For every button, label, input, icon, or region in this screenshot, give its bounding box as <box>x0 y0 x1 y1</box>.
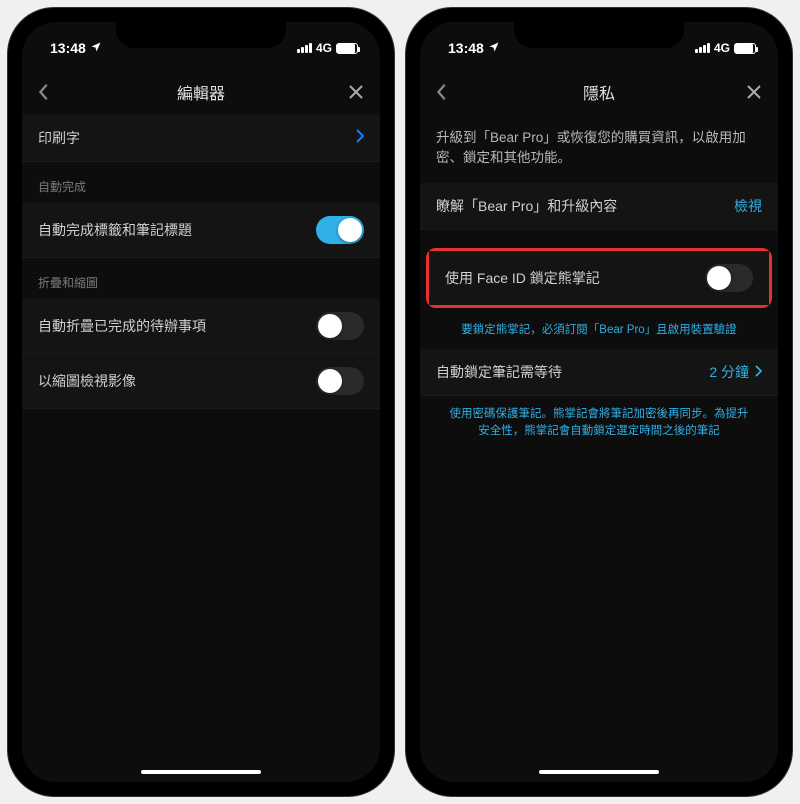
phone-frame-left: 13:48 4G 編輯器 印刷字 <box>8 8 394 796</box>
section-fold: 折疊和縮圖 <box>22 258 380 299</box>
row-label: 自動折疊已完成的待辦事項 <box>38 316 206 336</box>
home-indicator[interactable] <box>141 770 261 774</box>
view-link[interactable]: 檢視 <box>734 196 762 216</box>
status-time: 13:48 <box>448 40 484 56</box>
navbar-right: 隱私 <box>420 70 778 114</box>
toggle-faceid-lock[interactable] <box>705 264 753 292</box>
navbar-left: 編輯器 <box>22 70 380 114</box>
row-label: 使用 Face ID 鎖定熊掌記 <box>445 268 600 288</box>
row-label: 自動鎖定筆記需等待 <box>436 362 562 382</box>
toggle-autocomplete-titles[interactable] <box>316 216 364 244</box>
chevron-right-icon <box>755 364 762 380</box>
row-faceid-lock: 使用 Face ID 鎖定熊掌記 <box>429 251 769 305</box>
autolock-value: 2 分鐘 <box>709 362 749 382</box>
row-autolock-delay[interactable]: 自動鎖定筆記需等待 2 分鐘 <box>420 349 778 396</box>
row-label: 自動完成標籤和筆記標題 <box>38 220 192 240</box>
section-autocomplete: 自動完成 <box>22 162 380 203</box>
row-autofold-done: 自動折疊已完成的待辦事項 <box>22 299 380 354</box>
signal-icon <box>695 43 710 53</box>
page-title: 隱私 <box>583 80 615 104</box>
back-button[interactable] <box>436 83 462 101</box>
back-button[interactable] <box>38 83 64 101</box>
settings-list-right: 升級到「Bear Pro」或恢復您的購買資訊，以啟用加密、鎖定和其他功能。 瞭解… <box>420 114 778 450</box>
notch <box>514 22 684 48</box>
screen-right: 13:48 4G 隱私 升級到「Bear Pro」或恢復您的購買資訊，以啟用加密… <box>420 22 778 782</box>
faceid-hint: 要鎖定熊掌記，必須訂閱「Bear Pro」且啟用裝置驗證 <box>420 312 778 349</box>
close-button[interactable] <box>736 84 762 100</box>
network-label: 4G <box>316 41 332 55</box>
page-title: 編輯器 <box>177 80 225 104</box>
chevron-right-icon <box>356 127 364 148</box>
battery-icon <box>734 43 756 54</box>
home-indicator[interactable] <box>539 770 659 774</box>
status-time: 13:48 <box>50 40 86 56</box>
signal-icon <box>297 43 312 53</box>
row-typography[interactable]: 印刷字 <box>22 114 380 162</box>
phone-frame-right: 13:48 4G 隱私 升級到「Bear Pro」或恢復您的購買資訊，以啟用加密… <box>406 8 792 796</box>
toggle-thumbnail-view[interactable] <box>316 367 364 395</box>
row-label: 印刷字 <box>38 128 80 148</box>
close-button[interactable] <box>338 84 364 100</box>
notch <box>116 22 286 48</box>
location-icon <box>488 40 500 56</box>
footer-hint: 使用密碼保護筆記。熊掌記會將筆記加密後再同步。為提升安全性，熊掌記會自動鎖定選定… <box>420 396 778 451</box>
location-icon <box>90 40 102 56</box>
upgrade-info: 升級到「Bear Pro」或恢復您的購買資訊，以啟用加密、鎖定和其他功能。 <box>420 114 778 183</box>
toggle-autofold-done[interactable] <box>316 312 364 340</box>
row-label: 以縮圖檢視影像 <box>38 371 136 391</box>
row-thumbnail-view: 以縮圖檢視影像 <box>22 354 380 409</box>
row-autocomplete-titles: 自動完成標籤和筆記標題 <box>22 203 380 258</box>
row-learn-pro[interactable]: 瞭解「Bear Pro」和升級內容 檢視 <box>420 183 778 230</box>
faceid-highlight: 使用 Face ID 鎖定熊掌記 <box>426 248 772 308</box>
row-label: 瞭解「Bear Pro」和升級內容 <box>436 196 617 216</box>
battery-icon <box>336 43 358 54</box>
settings-list-left: 印刷字 自動完成 自動完成標籤和筆記標題 折疊和縮圖 自動折疊已完成的待辦事項 … <box>22 114 380 409</box>
network-label: 4G <box>714 41 730 55</box>
screen-left: 13:48 4G 編輯器 印刷字 <box>22 22 380 782</box>
